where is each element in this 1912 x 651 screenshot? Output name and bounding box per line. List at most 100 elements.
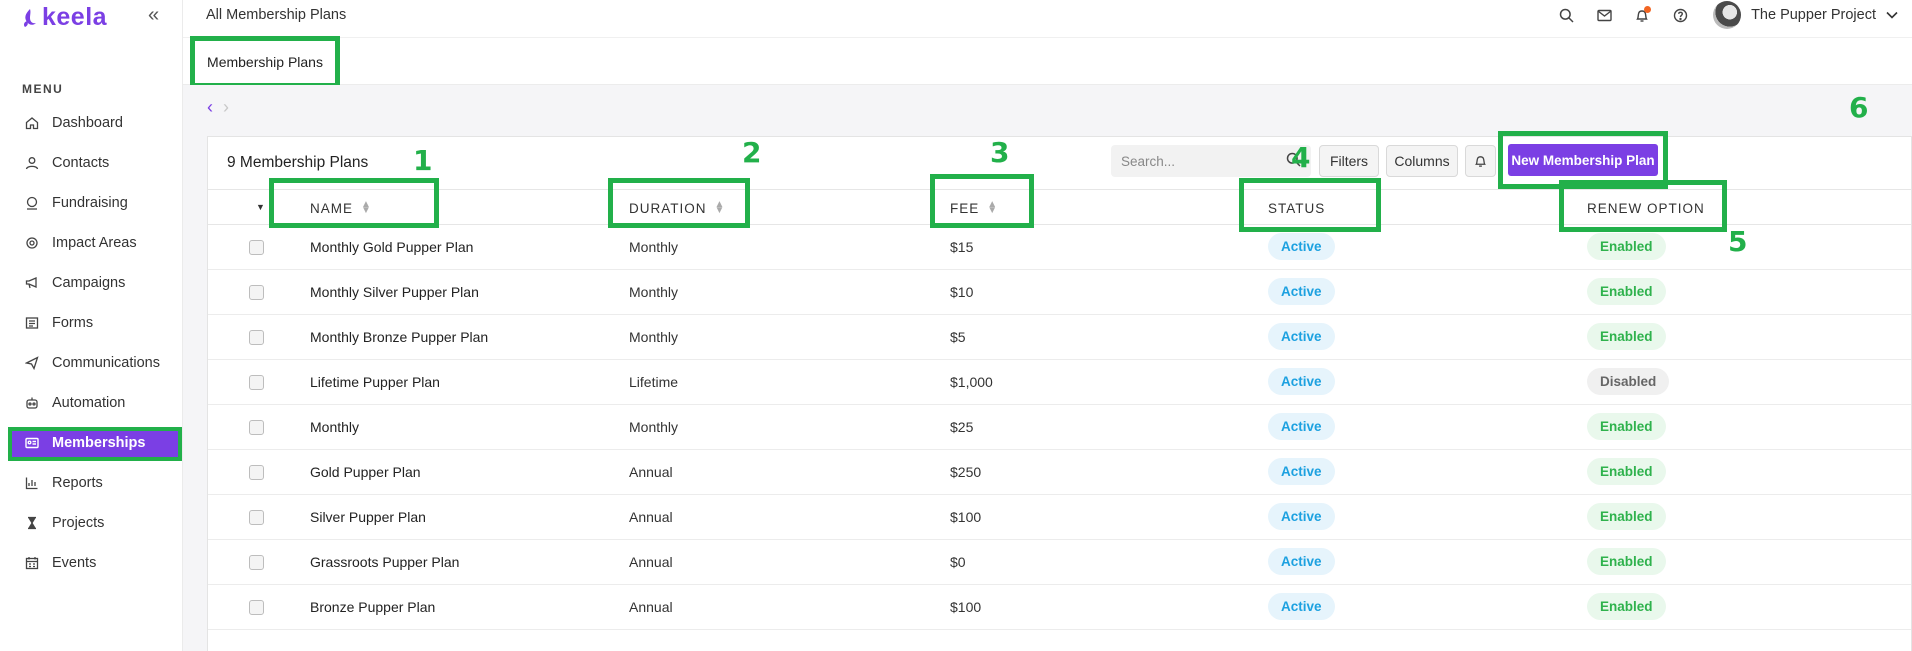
column-name[interactable]: NAME ▲ ▼ <box>310 190 372 226</box>
table-row[interactable]: Monthly Monthly $25 Active Enabled <box>208 405 1911 450</box>
notifications-bell-icon[interactable] <box>1623 0 1661 30</box>
plan-name[interactable]: Bronze Pupper Plan <box>310 599 435 615</box>
chart-icon <box>24 475 40 491</box>
filters-button[interactable]: Filters <box>1319 145 1379 177</box>
row-checkbox[interactable] <box>249 240 264 255</box>
sidebar-item-automation[interactable]: Automation <box>0 383 183 423</box>
sidebar-item-campaigns[interactable]: Campaigns <box>0 263 183 303</box>
plan-duration: Annual <box>629 554 673 570</box>
plan-duration: Monthly <box>629 329 679 345</box>
plan-fee: $0 <box>950 554 966 570</box>
renew-badge: Enabled <box>1587 458 1666 485</box>
organization-switcher[interactable]: The Pupper Project <box>1713 1 1898 29</box>
table-row[interactable]: Monthly Gold Pupper Plan Monthly $15 Act… <box>208 225 1911 270</box>
collapse-sidebar-icon[interactable]: « <box>148 4 159 27</box>
plan-name[interactable]: Lifetime Pupper Plan <box>310 374 440 390</box>
new-membership-plan-button[interactable]: New Membership Plan <box>1508 144 1658 176</box>
plan-name[interactable]: Monthly <box>310 419 359 435</box>
column-status[interactable]: STATUS <box>1268 190 1325 226</box>
sidebar-item-dashboard[interactable]: Dashboard <box>0 103 183 143</box>
keela-logo-icon <box>23 8 36 27</box>
plan-duration: Annual <box>629 599 673 615</box>
table-row[interactable]: Silver Pupper Plan Annual $100 Active En… <box>208 495 1911 540</box>
tab-strip: Membership Plans <box>183 36 1912 88</box>
table-row[interactable]: Grassroots Pupper Plan Annual $0 Active … <box>208 540 1911 585</box>
plan-name[interactable]: Monthly Gold Pupper Plan <box>310 239 473 255</box>
plan-name[interactable]: Monthly Bronze Pupper Plan <box>310 329 488 345</box>
plan-fee: $100 <box>950 509 982 525</box>
sidebar-item-label: Dashboard <box>52 115 123 131</box>
sidebar: keela « MENU Dashboard Contacts Fundrais… <box>0 0 183 651</box>
membership-plans-card: 9 Membership Plans Filters Columns New M… <box>207 131 1912 651</box>
plan-name[interactable]: Silver Pupper Plan <box>310 509 426 525</box>
column-header-label: DURATION <box>629 200 707 216</box>
plan-fee: $25 <box>950 419 974 435</box>
row-checkbox[interactable] <box>249 600 264 615</box>
alerts-button[interactable] <box>1465 145 1496 177</box>
megaphone-icon <box>24 275 40 291</box>
help-icon[interactable] <box>1661 0 1699 30</box>
tab-membership-plans[interactable]: Membership Plans <box>190 36 340 88</box>
column-renew-option[interactable]: RENEW OPTION <box>1587 190 1705 226</box>
sidebar-item-memberships[interactable]: Memberships <box>0 423 183 463</box>
sidebar-item-projects[interactable]: Projects <box>0 503 183 543</box>
plan-fee: $10 <box>950 284 974 300</box>
sidebar-item-label: Projects <box>52 515 105 531</box>
plan-duration: Monthly <box>629 284 679 300</box>
sort-icon[interactable]: ▲ ▼ <box>715 200 726 216</box>
form-icon <box>24 315 40 331</box>
row-checkbox[interactable] <box>249 375 264 390</box>
table-header: ▼ NAME ▲ ▼ DURATION ▲ ▼ FEE ▲ ▼ STATUS REN <box>208 189 1911 225</box>
back-arrow-icon[interactable]: ‹ <box>207 97 213 118</box>
plan-name[interactable]: Monthly Silver Pupper Plan <box>310 284 479 300</box>
column-header-label: NAME <box>310 200 354 216</box>
column-fee[interactable]: FEE ▲ ▼ <box>950 190 998 226</box>
sort-icon[interactable]: ▲ ▼ <box>987 200 998 216</box>
search-icon[interactable] <box>1547 0 1585 30</box>
row-checkbox[interactable] <box>249 330 264 345</box>
column-duration[interactable]: DURATION ▲ ▼ <box>629 190 725 226</box>
sidebar-item-fundraising[interactable]: Fundraising <box>0 183 183 223</box>
search-input[interactable] <box>1111 145 1311 177</box>
renew-badge: Enabled <box>1587 548 1666 575</box>
sidebar-item-label: Communications <box>52 355 160 371</box>
row-checkbox[interactable] <box>249 285 264 300</box>
plan-duration: Monthly <box>629 239 679 255</box>
sort-icon[interactable]: ▲ ▼ <box>361 200 372 216</box>
row-checkbox[interactable] <box>249 465 264 480</box>
annotation-number-1: 1 <box>413 144 433 177</box>
table-row[interactable]: Lifetime Pupper Plan Lifetime $1,000 Act… <box>208 360 1911 405</box>
table-row[interactable]: Monthly Silver Pupper Plan Monthly $10 A… <box>208 270 1911 315</box>
table-row[interactable]: Monthly Bronze Pupper Plan Monthly $5 Ac… <box>208 315 1911 360</box>
renew-badge: Enabled <box>1587 323 1666 350</box>
plan-duration: Monthly <box>629 419 679 435</box>
avatar <box>1713 1 1742 29</box>
table-row[interactable]: Gold Pupper Plan Annual $250 Active Enab… <box>208 450 1911 495</box>
status-badge: Active <box>1268 548 1335 575</box>
status-badge: Active <box>1268 593 1335 620</box>
row-checkbox[interactable] <box>249 555 264 570</box>
row-checkbox[interactable] <box>249 420 264 435</box>
sidebar-item-communications[interactable]: Communications <box>0 343 183 383</box>
table-row[interactable]: Bronze Pupper Plan Annual $100 Active En… <box>208 585 1911 630</box>
sidebar-item-label: Forms <box>52 315 94 331</box>
select-menu-caret-icon[interactable]: ▼ <box>256 202 265 212</box>
sidebar-item-reports[interactable]: Reports <box>0 463 183 503</box>
renew-badge: Disabled <box>1587 368 1670 395</box>
status-badge: Active <box>1268 458 1335 485</box>
sidebar-item-forms[interactable]: Forms <box>0 303 183 343</box>
forward-arrow-icon[interactable]: › <box>223 97 229 118</box>
sidebar-nav: Dashboard Contacts Fundraising Impact Ar… <box>0 103 183 583</box>
sidebar-item-contacts[interactable]: Contacts <box>0 143 183 183</box>
hourglass-icon <box>24 515 40 531</box>
plans-count: 9 Membership Plans <box>227 154 369 171</box>
row-checkbox[interactable] <box>249 510 264 525</box>
mail-icon[interactable] <box>1585 0 1623 30</box>
plan-name[interactable]: Gold Pupper Plan <box>310 464 421 480</box>
keela-logo[interactable]: keela <box>22 3 107 32</box>
columns-button[interactable]: Columns <box>1386 145 1458 177</box>
sidebar-item-impact-areas[interactable]: Impact Areas <box>0 223 183 263</box>
plan-name[interactable]: Grassroots Pupper Plan <box>310 554 459 570</box>
column-header-label: RENEW OPTION <box>1587 200 1705 216</box>
sidebar-item-events[interactable]: Events <box>0 543 183 583</box>
